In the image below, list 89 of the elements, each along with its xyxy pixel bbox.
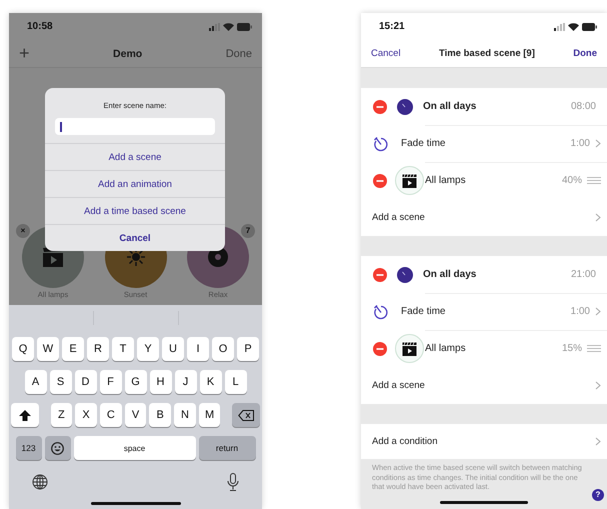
letter-key[interactable]: E [62,337,84,361]
battery-icon [582,22,597,30]
remove-icon[interactable] [373,268,387,282]
letter-key[interactable]: L [224,370,246,394]
letter-key[interactable]: X [75,403,97,427]
letter-key[interactable]: A [24,370,46,394]
clock-icon [397,266,413,282]
letter-key[interactable]: V [124,403,146,427]
letter-key[interactable]: U [162,337,184,361]
shift-icon [18,410,31,420]
cancel-button[interactable]: Cancel [371,48,401,59]
drag-handle-icon[interactable] [587,177,601,184]
letter-key[interactable]: N [174,403,196,427]
dialog-option[interactable]: Add an animation [45,170,225,197]
drag-handle-icon[interactable] [587,345,601,352]
fade-time-label[interactable]: Fade time [401,138,571,149]
shift-key[interactable] [11,403,39,427]
stopwatch-icon [373,136,389,152]
status-time: 10:58 [27,21,53,32]
letter-key[interactable]: Y [137,337,159,361]
backspace-key[interactable] [232,403,260,427]
emoji-key[interactable] [44,436,70,460]
letter-key[interactable]: F [100,370,122,394]
name-input-field[interactable] [55,118,215,135]
battery-icon [237,22,252,30]
fade-time-value: 1:00 [570,138,590,149]
add-scene-link[interactable]: Add a scene [372,380,595,391]
add-scene-link[interactable]: Add a scene [372,212,595,223]
condition-days[interactable]: On all days [423,269,571,280]
clapperboard-icon [402,174,417,188]
clock-icon [397,98,413,114]
screen-title: Demo [113,48,142,60]
letter-key[interactable]: K [200,370,222,394]
letter-key[interactable]: D [74,370,96,394]
letter-key[interactable]: P [237,337,259,361]
wifi-icon [568,22,579,30]
remove-icon[interactable] [373,342,387,356]
scene-name[interactable]: All lamps [425,343,562,354]
letter-key[interactable]: C [100,403,122,427]
letter-key[interactable]: G [124,370,146,394]
globe-icon[interactable] [32,474,48,490]
letter-key[interactable]: S [50,370,72,394]
letter-key[interactable]: R [87,337,109,361]
chevron-icon [595,307,601,316]
microphone-icon[interactable] [227,473,239,491]
clapperboard-icon [402,342,417,356]
chevron-icon [595,139,601,148]
letter-key[interactable]: B [149,403,172,427]
fade-time-value: 1:00 [570,306,590,317]
return-key[interactable]: return [198,436,256,460]
letter-key[interactable]: J [174,370,196,394]
scene-level: 40% [562,175,582,186]
status-time: 15:21 [379,21,405,32]
letter-key[interactable]: I [187,337,209,361]
scene-level: 15% [562,343,582,354]
help-button[interactable]: ? [592,489,604,501]
done-button[interactable]: Done [573,48,597,59]
stopwatch-icon [373,304,389,320]
dialog-option[interactable]: Add a scene [45,143,225,170]
condition-time: 08:00 [570,101,596,112]
signal-icon [554,22,565,30]
letter-key[interactable]: M [198,403,220,427]
scene-name[interactable]: All lamps [425,175,562,186]
delete-badge[interactable]: × [16,224,30,238]
backspace-icon [238,410,254,420]
letter-key[interactable]: T [112,337,134,361]
fade-time-label[interactable]: Fade time [401,306,571,317]
screen-title: Time based scene [9] [438,48,535,59]
chevron-icon [595,381,601,390]
chevron-icon [595,437,601,446]
condition-days[interactable]: On all days [423,101,571,112]
letter-key[interactable]: H [150,370,172,394]
letter-key[interactable]: O [212,337,234,361]
remove-icon[interactable] [373,174,387,188]
add-button[interactable]: + [19,43,30,64]
condition-time: 21:00 [570,269,596,280]
wifi-icon [223,22,234,30]
remove-icon[interactable] [373,100,387,114]
numbers-key[interactable]: 123 [16,436,42,460]
chevron-icon [595,213,601,222]
emoji-icon [51,442,64,454]
space-key[interactable]: space [74,436,196,460]
letter-key[interactable]: Z [50,403,72,427]
letter-key[interactable]: W [37,337,59,361]
dialog-option[interactable]: Cancel [45,224,225,251]
letter-key[interactable]: Q [12,337,34,361]
signal-icon [209,22,220,30]
count-badge: 7 [241,224,255,238]
dialog-option[interactable]: Add a time based scene [45,197,225,224]
